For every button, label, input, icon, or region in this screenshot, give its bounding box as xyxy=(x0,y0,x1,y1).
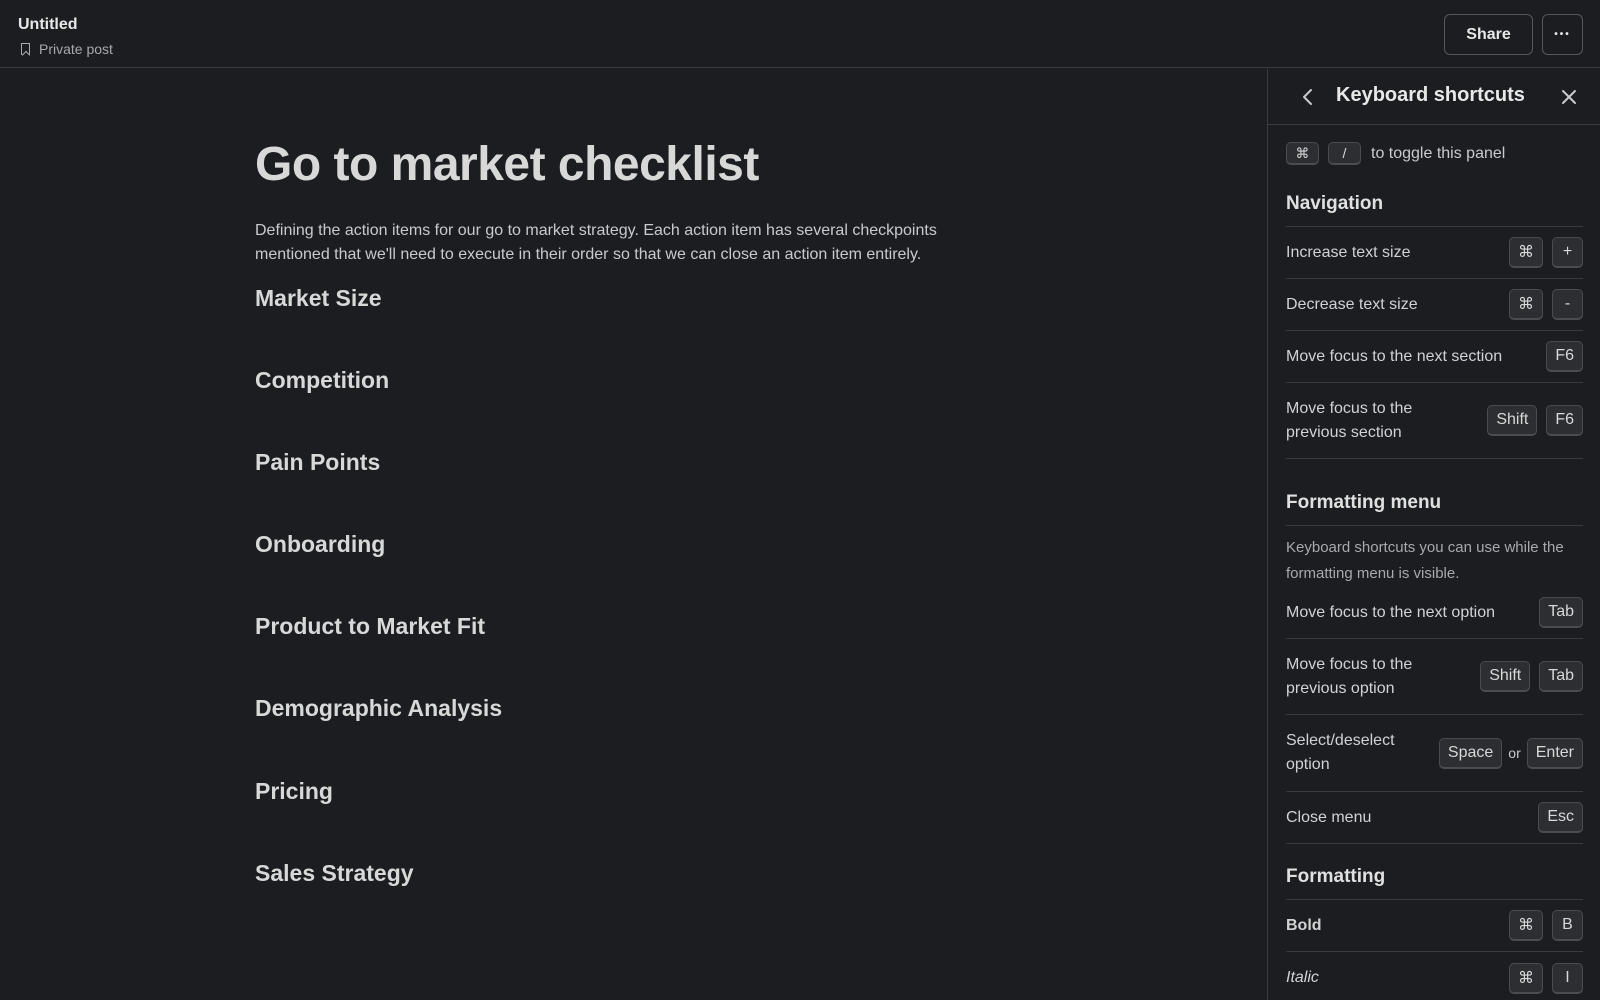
command-key: ⌘ xyxy=(1286,142,1319,165)
more-horizontal-icon: ••• xyxy=(1554,29,1571,40)
top-bar: Untitled Private post Share ••• xyxy=(0,0,1600,68)
shortcut-row: Select/deselect option Space or Enter xyxy=(1286,715,1583,792)
shortcut-row: Move focus to the next option Tab xyxy=(1286,587,1583,639)
tab-key: Tab xyxy=(1539,597,1583,628)
section-heading[interactable]: Market Size xyxy=(255,285,382,312)
f6-key: F6 xyxy=(1546,341,1583,372)
chevron-left-icon[interactable] xyxy=(1298,87,1318,107)
shortcut-label: Move focus to the next section xyxy=(1286,347,1503,365)
shortcut-row: Move focus to the previous option Shift T… xyxy=(1286,639,1583,715)
keyboard-shortcuts-panel: Keyboard shortcuts ⌘ / to toggle this pa… xyxy=(1267,69,1600,1000)
tab-key: Tab xyxy=(1539,661,1583,692)
page-title[interactable]: Go to market checklist xyxy=(255,137,759,192)
section-heading[interactable]: Pain Points xyxy=(255,449,380,476)
shift-key: Shift xyxy=(1487,405,1538,436)
document-title[interactable]: Untitled xyxy=(18,16,78,34)
command-key: ⌘ xyxy=(1509,962,1543,994)
shortcut-label: Move focus to the next option xyxy=(1286,603,1496,621)
command-key: ⌘ xyxy=(1509,289,1543,320)
command-key: ⌘ xyxy=(1509,237,1543,268)
section-heading[interactable]: Product to Market Fit xyxy=(255,613,485,640)
section-heading[interactable]: Demographic Analysis xyxy=(255,695,502,722)
section-heading[interactable]: Competition xyxy=(255,367,389,394)
divider xyxy=(1286,525,1583,526)
document-body: Go to market checklist Defining the acti… xyxy=(0,69,1267,1000)
bookmark-icon xyxy=(21,43,30,55)
minus-key: - xyxy=(1552,289,1583,320)
shortcut-label: Close menu xyxy=(1286,808,1372,826)
shortcut-row: Increase text size ⌘ + xyxy=(1286,227,1583,279)
toggle-hint-text: to toggle this panel xyxy=(1371,144,1506,162)
shortcut-row: Decrease text size ⌘ - xyxy=(1286,279,1583,331)
formatting-menu-description: Keyboard shortcuts you can use while the… xyxy=(1286,539,1564,582)
b-key: B xyxy=(1552,910,1583,941)
toggle-panel-hint: ⌘ / to toggle this panel xyxy=(1286,142,1505,165)
panel-header: Keyboard shortcuts xyxy=(1268,69,1600,125)
section-heading[interactable]: Sales Strategy xyxy=(255,860,414,887)
close-icon[interactable] xyxy=(1558,86,1580,108)
section-heading[interactable]: Pricing xyxy=(255,778,333,805)
i-key: I xyxy=(1552,962,1583,994)
esc-key: Esc xyxy=(1538,802,1583,833)
section-heading[interactable]: Onboarding xyxy=(255,531,385,558)
enter-key: Enter xyxy=(1526,737,1583,769)
formatting-heading: Formatting xyxy=(1286,866,1386,887)
shortcut-label: Decrease text size xyxy=(1286,295,1418,313)
or-separator: or xyxy=(1508,745,1521,761)
shortcut-row: Move focus to the next section F6 xyxy=(1286,331,1583,383)
shortcut-row: Bold ⌘ B xyxy=(1286,900,1583,952)
post-visibility-label: Private post xyxy=(39,41,113,57)
shortcut-label: Bold xyxy=(1286,916,1322,934)
post-visibility: Private post xyxy=(18,41,113,57)
shortcut-label: Increase text size xyxy=(1286,243,1411,261)
intro-paragraph[interactable]: Defining the action items for our go to … xyxy=(255,219,995,267)
shortcut-label: Select/deselect option xyxy=(1286,732,1395,773)
shift-key: Shift xyxy=(1480,661,1531,692)
shortcut-label: Italic xyxy=(1286,969,1319,986)
slash-key: / xyxy=(1328,142,1361,165)
shortcut-row: Italic ⌘ I xyxy=(1286,952,1583,1000)
navigation-heading: Navigation xyxy=(1286,193,1384,214)
f6-key: F6 xyxy=(1546,405,1583,436)
shortcut-row: Move focus to the previous section Shift… xyxy=(1286,383,1583,459)
shortcut-label: Move focus to the previous section xyxy=(1286,399,1413,441)
panel-title: Keyboard shortcuts xyxy=(1336,84,1525,106)
space-key: Space xyxy=(1438,737,1503,769)
shortcut-label: Move focus to the previous option xyxy=(1286,655,1413,697)
more-options-button[interactable]: ••• xyxy=(1542,14,1583,55)
shortcut-row: Close menu Esc xyxy=(1286,792,1583,844)
formatting-menu-heading: Formatting menu xyxy=(1286,492,1442,513)
share-button[interactable]: Share xyxy=(1444,14,1533,55)
plus-key: + xyxy=(1552,237,1583,268)
command-key: ⌘ xyxy=(1509,910,1543,941)
